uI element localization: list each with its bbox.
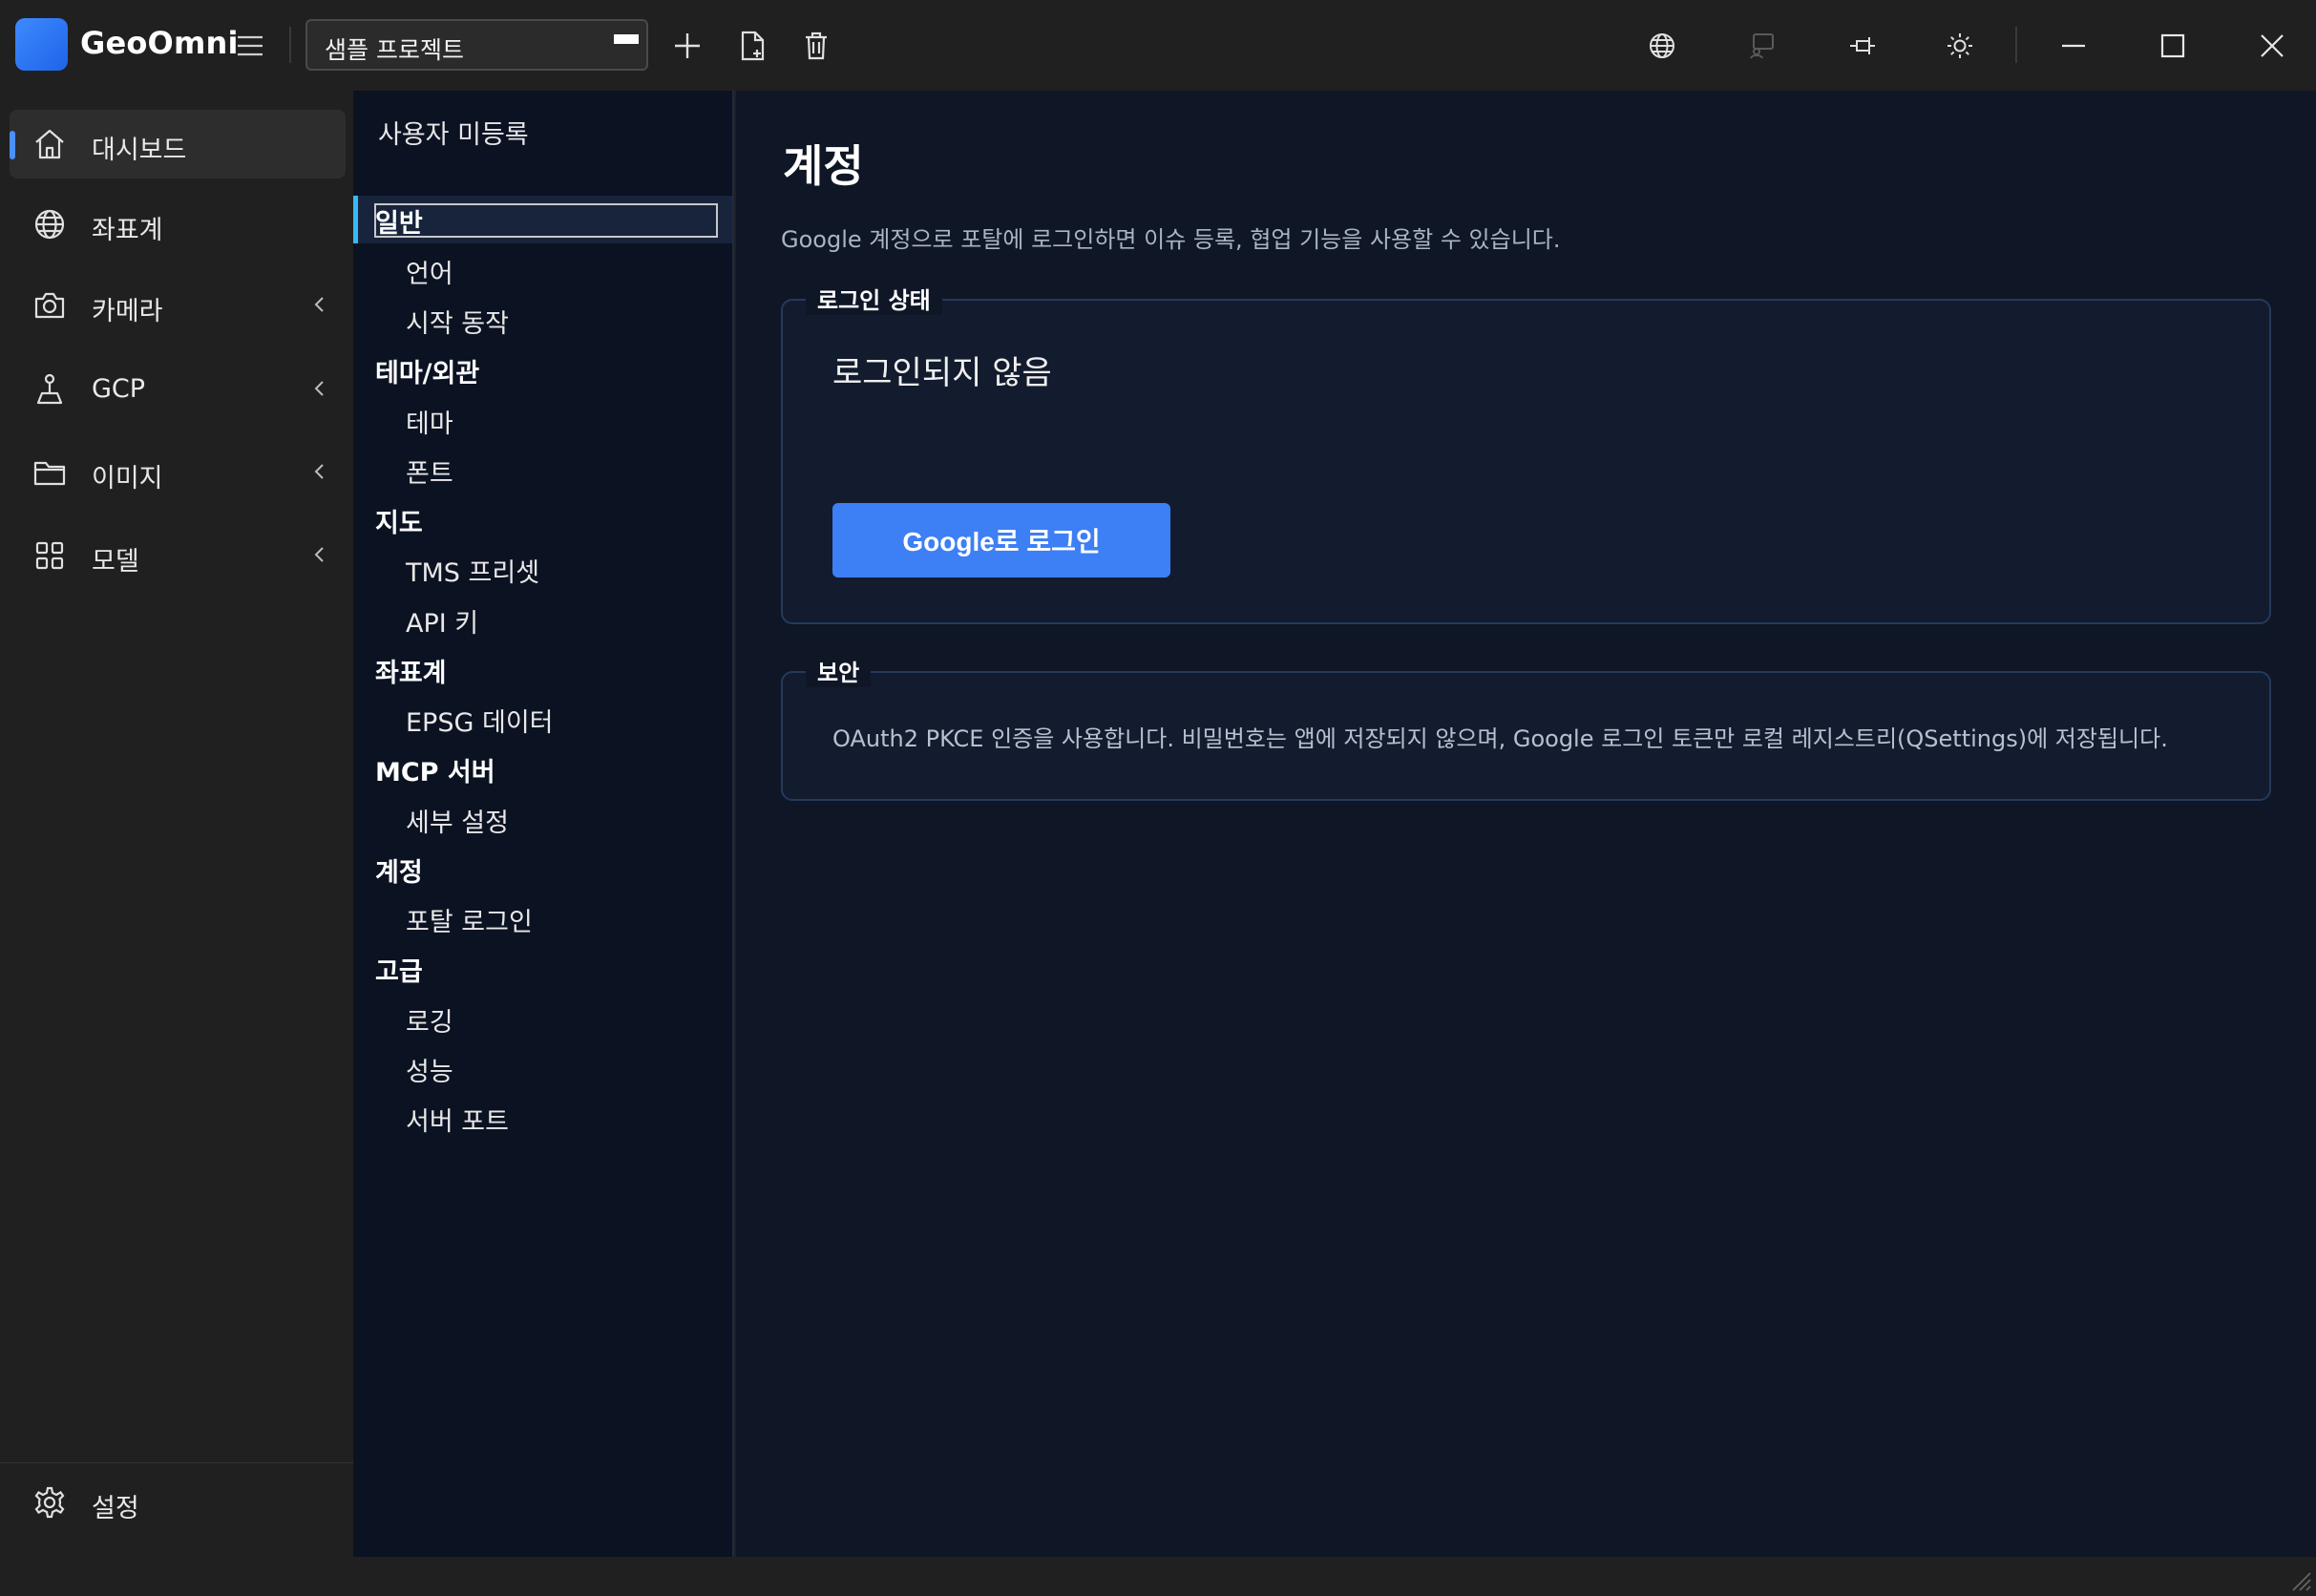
nav-item-label: 카메라 bbox=[92, 297, 163, 326]
active-indicator bbox=[10, 131, 15, 159]
nav-item-settings[interactable]: 설정 bbox=[10, 1468, 346, 1537]
pin-icon[interactable] bbox=[1843, 27, 1882, 65]
home-icon bbox=[32, 127, 67, 161]
security-description: OAuth2 PKCE 인증을 사용합니다. 비밀번호는 앱에 저장되지 않으며… bbox=[832, 725, 2168, 752]
gear-icon bbox=[32, 1485, 67, 1520]
resize-grip-icon[interactable] bbox=[2285, 1565, 2312, 1592]
globe-icon[interactable] bbox=[1643, 27, 1681, 65]
nav-item-label: 모델 bbox=[92, 547, 139, 577]
nav-divider bbox=[0, 1462, 353, 1463]
user-status-label: 사용자 미등록 bbox=[378, 120, 529, 150]
nav-item-label: GCP bbox=[92, 374, 146, 404]
app-logo bbox=[15, 18, 68, 71]
nav-item-models[interactable]: 모델 bbox=[10, 521, 346, 590]
nav-item-label: 이미지 bbox=[92, 464, 163, 494]
tree-item-api-key[interactable]: API 키 bbox=[406, 602, 478, 640]
tree-item-advanced[interactable]: 고급 bbox=[375, 951, 423, 988]
nav-item-label: 설정 bbox=[92, 1494, 139, 1523]
nav-item-images[interactable]: 이미지 bbox=[10, 438, 346, 507]
globe-icon bbox=[32, 207, 67, 242]
title-bar: GeoOmni 샘플 프로젝트 bbox=[0, 0, 2316, 91]
status-bar bbox=[0, 1557, 2316, 1596]
nav-item-coordinate-system[interactable]: 좌표계 bbox=[10, 190, 346, 259]
main-navigation: 대시보드 좌표계 카메라 GCP 이미지 모델 설정 bbox=[0, 91, 353, 1557]
tree-item-theme-appearance[interactable]: 테마/외관 bbox=[375, 352, 479, 389]
new-file-icon[interactable] bbox=[733, 27, 771, 65]
project-selector[interactable]: 샘플 프로젝트 bbox=[305, 19, 648, 71]
security-group: 보안 OAuth2 PKCE 인증을 사용합니다. 비밀번호는 앱에 저장되지 … bbox=[781, 654, 2271, 801]
nav-item-camera[interactable]: 카메라 bbox=[10, 271, 346, 340]
google-login-button[interactable]: Google로 로그인 bbox=[832, 503, 1170, 578]
project-selector-value: 샘플 프로젝트 bbox=[325, 36, 464, 64]
app-name: GeoOmni bbox=[80, 25, 239, 61]
tree-item-startup-behavior[interactable]: 시작 동작 bbox=[406, 303, 509, 340]
nav-item-label: 대시보드 bbox=[92, 136, 187, 165]
tree-item-mcp-server[interactable]: MCP 서버 bbox=[375, 751, 495, 788]
tree-item-detailed-settings[interactable]: 세부 설정 bbox=[406, 802, 509, 839]
window-controls-separator bbox=[2015, 27, 2017, 63]
trash-icon[interactable] bbox=[797, 27, 835, 65]
chevron-left-icon bbox=[309, 378, 330, 399]
group-title: 보안 bbox=[806, 654, 872, 687]
minimize-icon[interactable] bbox=[2054, 27, 2093, 65]
camera-icon bbox=[32, 288, 67, 323]
group-title: 로그인 상태 bbox=[806, 282, 942, 315]
nav-item-label: 좌표계 bbox=[92, 216, 163, 245]
tree-item-font[interactable]: 폰트 bbox=[406, 452, 453, 490]
tree-focus-outline bbox=[374, 203, 718, 238]
settings-category-tree: 사용자 미등록 일반 언어 시작 동작 테마/외관 테마 폰트 지도 TMS 프… bbox=[353, 91, 734, 1557]
folder-icon bbox=[32, 455, 67, 490]
settings-content: 계정 Google 계정으로 포탈에 로그인하면 이슈 등록, 협업 기능을 사… bbox=[736, 91, 2316, 1557]
survey-icon bbox=[32, 372, 67, 407]
tree-item-tms-presets[interactable]: TMS 프리셋 bbox=[406, 552, 539, 589]
grid-icon bbox=[32, 538, 67, 573]
chevron-left-icon bbox=[309, 461, 330, 482]
close-icon[interactable] bbox=[2253, 27, 2291, 65]
nav-item-gcp[interactable]: GCP bbox=[10, 355, 346, 424]
tree-item-portal-login[interactable]: 포탈 로그인 bbox=[406, 901, 533, 938]
tree-selection-indicator bbox=[353, 196, 358, 243]
tree-item-language[interactable]: 언어 bbox=[406, 253, 453, 290]
chevron-left-icon bbox=[309, 294, 330, 315]
tree-item-general[interactable]: 일반 bbox=[375, 202, 423, 240]
present-icon[interactable] bbox=[1743, 27, 1781, 65]
sun-icon[interactable] bbox=[1941, 27, 1979, 65]
chevron-left-icon bbox=[309, 544, 330, 565]
maximize-icon[interactable] bbox=[2154, 27, 2192, 65]
tree-item-logging[interactable]: 로깅 bbox=[406, 1001, 453, 1039]
page-description: Google 계정으로 포탈에 로그인하면 이슈 등록, 협업 기능을 사용할 … bbox=[781, 226, 1561, 253]
page-title: 계정 bbox=[783, 140, 864, 192]
login-status-text: 로그인되지 않음 bbox=[832, 354, 1052, 392]
dropdown-indicator-icon bbox=[614, 34, 639, 44]
tree-item-performance[interactable]: 성능 bbox=[406, 1051, 453, 1088]
toolbar-separator bbox=[289, 27, 291, 63]
nav-item-dashboard[interactable]: 대시보드 bbox=[10, 110, 346, 178]
tree-item-server-port[interactable]: 서버 포트 bbox=[406, 1101, 509, 1138]
add-icon[interactable] bbox=[668, 27, 706, 65]
login-status-group: 로그인 상태 로그인되지 않음 Google로 로그인 bbox=[781, 282, 2271, 624]
tree-item-coordinate-system[interactable]: 좌표계 bbox=[375, 652, 447, 689]
tree-item-epsg-data[interactable]: EPSG 데이터 bbox=[406, 702, 554, 739]
tree-item-map[interactable]: 지도 bbox=[375, 502, 423, 539]
tree-item-account[interactable]: 계정 bbox=[375, 851, 423, 889]
menu-icon[interactable] bbox=[231, 27, 269, 65]
tree-item-theme[interactable]: 테마 bbox=[406, 403, 453, 440]
